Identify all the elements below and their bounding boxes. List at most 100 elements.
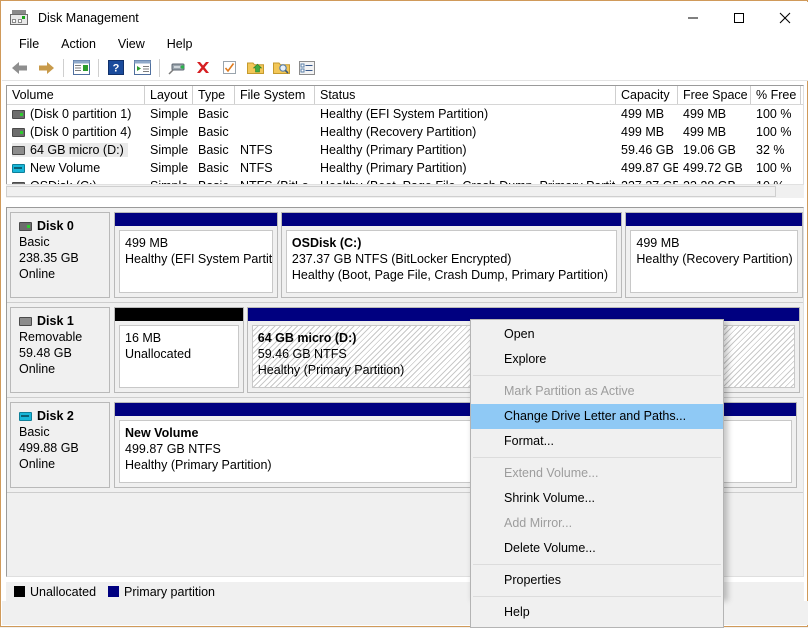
volume-list-header: Volume Layout Type File System Status Ca… (7, 86, 803, 105)
close-button[interactable] (762, 2, 808, 33)
context-menu-item[interactable]: Properties (471, 568, 723, 593)
disk-type: Basic (19, 235, 50, 249)
partition-color-bar (281, 213, 622, 226)
volume-row-name: 64 GB micro (D:) (7, 143, 145, 157)
volume-row-status: Healthy (EFI System Partition) (320, 107, 489, 121)
properties-icon[interactable] (216, 56, 242, 80)
volume-row[interactable]: 64 GB micro (D:) Simple Basic NTFS Healthy (… (7, 141, 803, 159)
context-menu-separator (473, 596, 721, 597)
folder-up-icon[interactable] (242, 56, 268, 80)
rescan-disks-icon[interactable] (164, 56, 190, 80)
volume-row[interactable]: (Disk 0 partition 1) Simple Basic Healthy (… (7, 105, 803, 123)
volume-row-name: New Volume (7, 161, 145, 175)
legend-swatch-unallocated (14, 586, 25, 597)
volume-row-capacity: 499 MB (621, 107, 665, 121)
help-icon[interactable]: ? (103, 56, 129, 80)
column-header-free-space[interactable]: Free Space (678, 86, 751, 104)
menu-help[interactable]: Help (156, 34, 204, 54)
volume-row-layout: Simple (150, 107, 189, 121)
context-menu-item[interactable]: Change Drive Letter and Paths... (471, 404, 723, 429)
disk-title: Disk 1 (19, 314, 109, 328)
context-menu-item: Add Mirror... (504, 516, 573, 530)
forward-arrow-icon[interactable] (33, 56, 59, 80)
delete-icon[interactable] (190, 56, 216, 80)
volume-row-status: Healthy (Recovery Partition) (320, 125, 477, 139)
partition-size: 237.37 GB NTFS (BitLocker Encrypted) (291, 252, 512, 266)
context-menu-item[interactable]: Open (471, 322, 723, 347)
disk-info-panel[interactable]: Disk 0 Basic 238.35 GB Online (10, 212, 110, 298)
context-menu-item[interactable]: Explore (471, 347, 723, 372)
list-view-icon[interactable] (294, 56, 320, 80)
context-menu-item[interactable]: Format... (471, 429, 723, 454)
folder-search-icon[interactable] (268, 56, 294, 80)
column-header-layout[interactable]: Layout (145, 86, 193, 104)
toolbar-separator (98, 58, 99, 77)
menu-action[interactable]: Action (50, 34, 107, 54)
context-menu-separator (473, 457, 721, 458)
disk-title: Disk 2 (19, 409, 109, 423)
column-header-type[interactable]: Type (193, 86, 235, 104)
context-menu: Open Explore Mark Partition as Active Chang… (470, 319, 724, 628)
volume-row-status: Healthy (Primary Partition) (320, 143, 467, 157)
volume-row[interactable]: (Disk 0 partition 4) Simple Basic Healthy (… (7, 123, 803, 141)
volume-row-file-system: NTFS (240, 143, 273, 157)
disk-type: Basic (19, 425, 50, 439)
context-menu-item[interactable]: Shrink Volume... (471, 486, 723, 511)
partition-block[interactable]: 499 MB Healthy (EFI System Partition) (114, 212, 278, 298)
volume-list-panel: Volume Layout Type File System Status Ca… (6, 85, 804, 198)
column-header-percent-free[interactable]: % Free (751, 86, 801, 104)
volume-name-label: (Disk 0 partition 4) (30, 125, 132, 139)
partition-size: 499 MB (636, 236, 680, 250)
minimize-button[interactable] (670, 2, 716, 33)
volume-row-capacity: 59.46 GB (621, 143, 674, 157)
partition-details: 499 MB Healthy (EFI System Partition) (119, 230, 273, 293)
volume-row-free-space: 499.72 GB (683, 161, 743, 175)
window-controls (670, 2, 808, 33)
menu-bar: File Action View Help (2, 33, 808, 55)
title-bar: Disk Management (2, 2, 808, 33)
maximize-button[interactable] (716, 2, 762, 33)
partition-status: Unallocated (125, 347, 192, 361)
column-header-status[interactable]: Status (315, 86, 616, 104)
disk-partition-icon (12, 127, 25, 137)
back-arrow-icon[interactable] (7, 56, 33, 80)
partition-status: Healthy (Recovery Partition) (636, 252, 793, 266)
show-hide-console-tree-icon[interactable] (68, 56, 94, 80)
removable-disk-icon (19, 316, 32, 326)
disk-state: Online (19, 267, 56, 281)
menu-view[interactable]: View (107, 34, 156, 54)
toolbar-separator (159, 58, 160, 77)
column-header-capacity[interactable]: Capacity (616, 86, 678, 104)
volume-row-type: Basic (198, 143, 229, 157)
disk-title: Disk 0 (19, 219, 109, 233)
context-menu-item[interactable]: Help (471, 600, 723, 625)
context-menu-item: Extend Volume... (504, 466, 599, 480)
context-menu-item[interactable]: Delete Volume... (471, 536, 723, 561)
context-menu-separator (473, 375, 721, 376)
partition-block[interactable]: 16 MB Unallocated (114, 307, 244, 393)
removable-disk-icon (12, 145, 25, 155)
partition-area: 499 MB Healthy (EFI System Partition) OSDi… (114, 212, 803, 298)
disk-info-panel[interactable]: Disk 1 Removable 59.48 GB Online (10, 307, 110, 393)
menu-file[interactable]: File (8, 34, 50, 54)
toolbar-separator (63, 58, 64, 77)
disk-management-window: Disk Management File Action View Help ? … (0, 0, 808, 628)
volume-list-horizontal-scrollbar[interactable] (6, 184, 804, 198)
partition-block[interactable]: 499 MB Healthy (Recovery Partition) (625, 212, 803, 298)
disk-info-panel[interactable]: Disk 2 Basic 499.88 GB Online (10, 402, 110, 488)
partition-status: Healthy (EFI System Partition) (125, 252, 273, 266)
scrollbar-thumb[interactable] (6, 186, 776, 197)
volume-row[interactable]: New Volume Simple Basic NTFS Healthy (Primar… (7, 159, 803, 177)
partition-details: 499 MB Healthy (Recovery Partition) (630, 230, 798, 293)
partition-status: Healthy (Boot, Page File, Crash Dump, Pr… (291, 268, 608, 282)
partition-color-bar (115, 308, 243, 321)
volume-row-free-space: 499 MB (683, 107, 727, 121)
show-hide-action-pane-icon[interactable] (129, 56, 155, 80)
partition-block[interactable]: OSDisk (C:) 237.37 GB NTFS (BitLocker Enc… (280, 212, 623, 298)
volume-row-percent-free: 100 % (756, 107, 792, 121)
column-header-volume[interactable]: Volume (7, 86, 145, 104)
partition-size: 499 MB (125, 236, 169, 250)
column-header-file-system[interactable]: File System (235, 86, 315, 104)
volume-row-capacity: 499.87 GB (621, 161, 678, 175)
volume-name-label: (Disk 0 partition 1) (30, 107, 132, 121)
